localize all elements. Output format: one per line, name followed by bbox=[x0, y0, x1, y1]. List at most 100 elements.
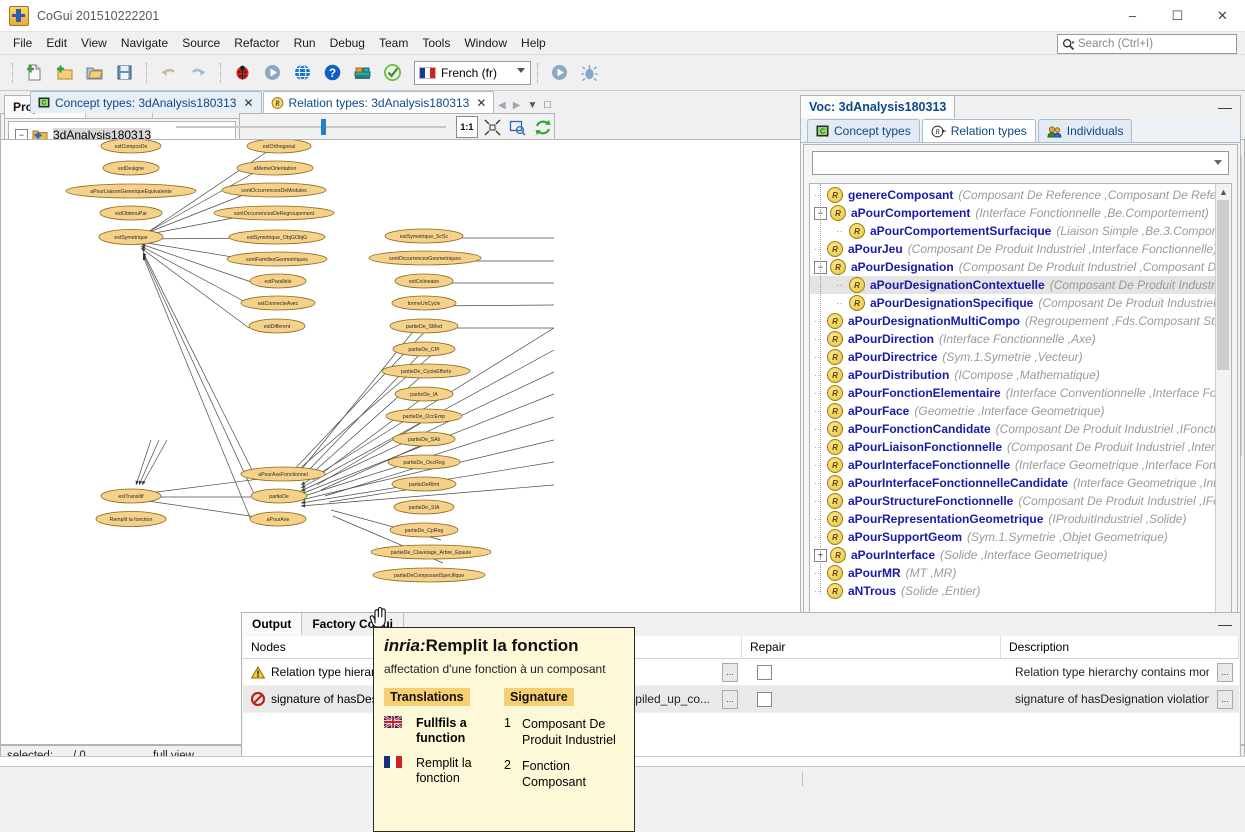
menu-tools[interactable]: Tools bbox=[415, 34, 457, 52]
relation-type-row[interactable]: ·· RaNTrous (Solide ,Entier) bbox=[810, 582, 1231, 600]
debug-ladybug-icon[interactable] bbox=[228, 59, 256, 87]
graph-node[interactable]: aPourLiaisonGeneriqueEquivalente bbox=[65, 183, 197, 199]
menu-view[interactable]: View bbox=[74, 34, 114, 52]
relation-type-row[interactable]: ·· RaPourMR (MT ,MR) bbox=[810, 564, 1231, 582]
minimize-output-panel[interactable]: — bbox=[1214, 613, 1236, 635]
scrollbar-thumb[interactable] bbox=[1217, 200, 1229, 370]
search-input[interactable]: Search (Ctrl+I) bbox=[1057, 34, 1237, 54]
relation-type-row[interactable]: ·· RaPourRepresentationGeometrique (IProdu… bbox=[810, 510, 1231, 528]
graph-node[interactable]: partieDeComposantSpecifique bbox=[372, 567, 486, 583]
graph-node[interactable]: partieDe_SIA bbox=[393, 499, 455, 515]
help-icon[interactable]: ? bbox=[318, 59, 346, 87]
tab-output[interactable]: Output bbox=[242, 613, 303, 635]
relation-type-row[interactable]: ·· RaPourComportementSurfacique (Liaison S… bbox=[810, 222, 1231, 240]
new-project-icon[interactable] bbox=[50, 59, 78, 87]
relation-type-row[interactable]: ·· RaPourJeu (Composant De Produit Industr… bbox=[810, 240, 1231, 258]
fit-to-window-icon[interactable] bbox=[482, 115, 503, 139]
menu-run[interactable]: Run bbox=[287, 34, 323, 52]
language-selector[interactable]: French (fr) bbox=[414, 60, 531, 85]
next-tab-button[interactable]: ▶ bbox=[513, 100, 521, 111]
slider-knob[interactable] bbox=[321, 119, 327, 135]
relation-type-row[interactable]: ·· RaPourStructureFonctionnelle (Composant… bbox=[810, 492, 1231, 510]
undo-icon[interactable] bbox=[154, 59, 182, 87]
relation-type-row[interactable]: ·· RaPourInterfaceFonctionnelleCandidate(… bbox=[810, 474, 1231, 492]
graph-node[interactable]: estOrthogonal bbox=[246, 140, 312, 154]
globe-icon[interactable] bbox=[288, 59, 316, 87]
relation-type-row[interactable]: ·· RaPourDesignationContextuelle (Composan… bbox=[810, 276, 1231, 294]
menu-file[interactable]: File bbox=[6, 34, 39, 52]
repair-checkbox[interactable] bbox=[757, 691, 772, 707]
row-detail-button[interactable]: ... bbox=[1217, 662, 1233, 682]
graph-node[interactable]: sontFamillesGeometriques bbox=[226, 251, 328, 267]
graph-node[interactable]: aMemeOrientation bbox=[236, 160, 314, 176]
row-detail-button[interactable]: ... bbox=[1217, 689, 1233, 709]
graph-node[interactable]: formeUnCycle bbox=[391, 295, 457, 311]
tab-concept-types[interactable]: C Concept types: 3dAnalysis180313 ✕ bbox=[30, 91, 262, 113]
validate-check-icon[interactable] bbox=[378, 59, 406, 87]
maximize-button[interactable]: ☐ bbox=[1155, 0, 1200, 31]
open-project-icon[interactable] bbox=[80, 59, 108, 87]
relation-type-row[interactable]: ·· RaPourDistribution (ICompose ,Mathemati… bbox=[810, 366, 1231, 384]
minimize-voc-panel[interactable]: — bbox=[1214, 96, 1236, 118]
tab-list-button[interactable]: ▼ bbox=[527, 100, 537, 111]
menu-help[interactable]: Help bbox=[514, 34, 553, 52]
row-detail-button[interactable]: ... bbox=[722, 689, 738, 709]
graph-node[interactable]: partieDe bbox=[250, 488, 308, 504]
redo-icon[interactable] bbox=[184, 59, 212, 87]
menu-debug[interactable]: Debug bbox=[323, 34, 372, 52]
column-repair[interactable]: Repair bbox=[742, 636, 1001, 658]
voc-vertical-scrollbar[interactable]: ▲ ▼ bbox=[1215, 184, 1231, 682]
relation-type-row[interactable]: ·· RaPourFonctionElementaire (Interface Co… bbox=[810, 384, 1231, 402]
menu-team[interactable]: Team bbox=[372, 34, 415, 52]
graph-node[interactable]: aPourAxeFonctionnel bbox=[240, 466, 326, 482]
relation-type-row[interactable]: ·· RaPourDesignationMultiCompo (Regroupeme… bbox=[810, 312, 1231, 330]
graph-node[interactable]: partieDe_OccReg bbox=[387, 454, 461, 470]
relation-filter-combo[interactable] bbox=[812, 151, 1229, 175]
actual-size-button[interactable]: 1:1 bbox=[456, 116, 478, 138]
relation-type-row[interactable]: ·· RaPourFace (Geometrie ,Interface Geomet… bbox=[810, 402, 1231, 420]
zoom-slider[interactable] bbox=[176, 117, 447, 137]
relation-type-row[interactable]: ·· RaPourDirection (Interface Fonctionnell… bbox=[810, 330, 1231, 348]
menu-edit[interactable]: Edit bbox=[39, 34, 74, 52]
tab-relation-types[interactable]: R Relation types: 3dAnalysis180313 ✕ bbox=[262, 91, 495, 113]
minimize-button[interactable]: – bbox=[1110, 0, 1155, 31]
graph-node[interactable]: sontOccurrencesGeometriques bbox=[368, 250, 482, 266]
relation-type-row[interactable]: − RaPourDesignation (Composant De Produit … bbox=[810, 258, 1231, 276]
relation-type-row[interactable]: ·· RgenereComposant (Composant De Referenc… bbox=[810, 186, 1231, 204]
tab-relation-types[interactable]: R Relation types bbox=[921, 119, 1036, 142]
save-all-icon[interactable] bbox=[110, 59, 138, 87]
graph-node[interactable]: partieDe_SMod bbox=[389, 318, 459, 334]
menu-window[interactable]: Window bbox=[457, 34, 514, 52]
close-button[interactable]: ✕ bbox=[1200, 0, 1245, 31]
graph-node[interactable]: estConnecteAvec bbox=[240, 295, 316, 311]
tab-concept-types[interactable]: C Concept types bbox=[807, 119, 920, 142]
graph-node[interactable]: estSymetrique_ObjGObjG bbox=[228, 229, 326, 245]
graph-node[interactable]: estObtenuPar bbox=[99, 205, 163, 221]
relation-type-row[interactable]: ·· RaPourInterfaceFonctionnelle (Interface… bbox=[810, 456, 1231, 474]
graph-node[interactable]: estColineaire bbox=[394, 273, 454, 289]
graph-node[interactable]: estParallele bbox=[249, 273, 307, 289]
run-project-icon[interactable] bbox=[545, 59, 573, 87]
graph-node[interactable]: partieDe_CycleEfforts bbox=[381, 363, 471, 379]
graph-node[interactable]: estComposDe bbox=[100, 140, 162, 154]
new-file-icon[interactable] bbox=[20, 59, 48, 87]
refresh-icon[interactable] bbox=[533, 115, 554, 139]
graph-node[interactable]: partieDeRlmt bbox=[391, 476, 457, 492]
relation-type-row[interactable]: ·· RaPourSupportGeom (Sym.1.Symetrie ,Obje… bbox=[810, 528, 1231, 546]
repair-checkbox[interactable] bbox=[757, 664, 772, 680]
relation-type-row[interactable]: + RaPourInterface (Solide ,Interface Geome… bbox=[810, 546, 1231, 564]
graph-node[interactable]: Remplit la fonction bbox=[95, 511, 167, 527]
graph-node[interactable]: partieDe_Clavetage_Arbre_Epaule bbox=[370, 544, 492, 560]
close-icon[interactable]: ✕ bbox=[243, 96, 253, 110]
menu-source[interactable]: Source bbox=[175, 34, 227, 52]
run-icon[interactable] bbox=[258, 59, 286, 87]
graph-node[interactable]: partieDe_SAli bbox=[392, 431, 456, 447]
graph-node[interactable]: estSymetrique_ScSc bbox=[384, 228, 464, 244]
relation-type-row[interactable]: ·· RaPourDirectrice (Sym.1.Symetrie ,Vecte… bbox=[810, 348, 1231, 366]
tab-individuals[interactable]: Individuals bbox=[1037, 119, 1133, 142]
close-icon[interactable]: ✕ bbox=[476, 96, 486, 110]
graph-node[interactable]: sontOccurrencesDeModules bbox=[221, 182, 327, 198]
scroll-up-icon[interactable]: ▲ bbox=[1216, 184, 1231, 199]
relation-type-row[interactable]: ·· RaPourLiaisonFonctionnelle (Composant D… bbox=[810, 438, 1231, 456]
graph-node[interactable]: aPourAxe bbox=[249, 511, 307, 527]
